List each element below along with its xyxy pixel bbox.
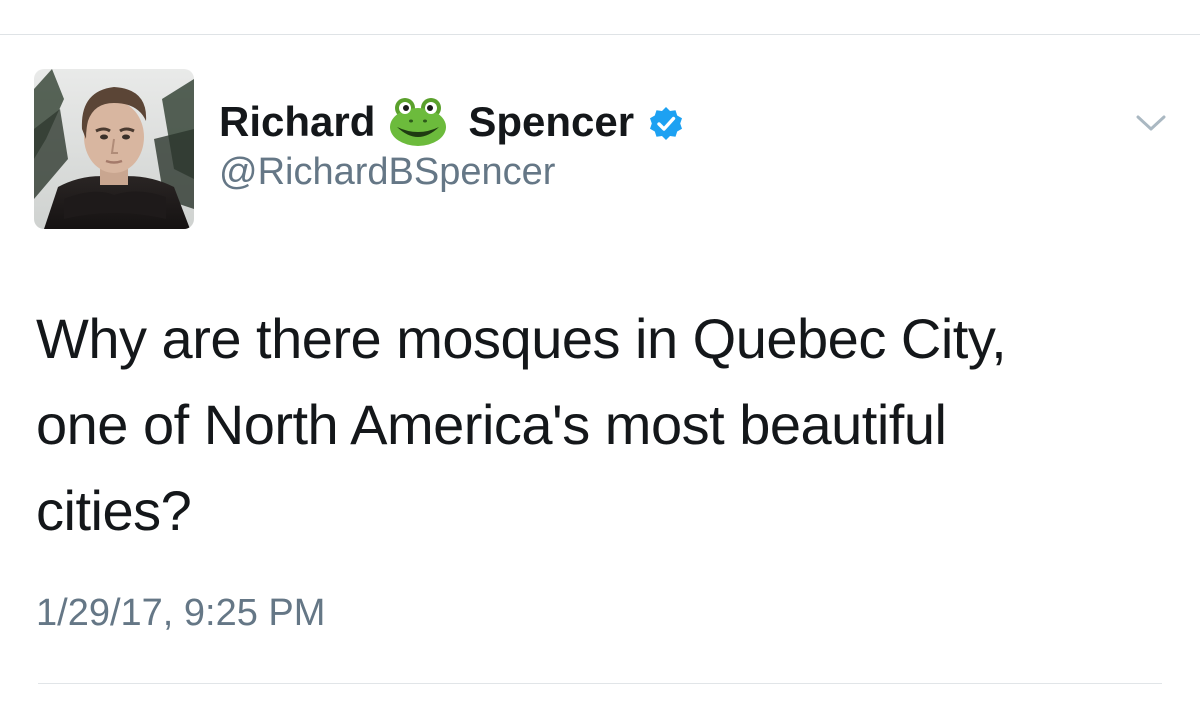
tweet-text-line: cities? xyxy=(36,479,192,542)
user-handle[interactable]: @RichardBSpencer xyxy=(219,151,555,194)
bottom-divider xyxy=(38,683,1162,684)
avatar-photo xyxy=(34,69,194,229)
avatar[interactable] xyxy=(34,69,194,229)
display-name-last: Spencer xyxy=(468,98,635,145)
verified-badge-icon xyxy=(648,104,684,140)
chevron-down-icon[interactable] xyxy=(1132,108,1170,138)
tweet-text: Why are there mosques in Quebec City, on… xyxy=(36,296,1156,554)
display-name-first: Richard xyxy=(219,98,376,145)
top-divider xyxy=(0,34,1200,35)
tweet-text-line: one of North America's most beautiful xyxy=(36,393,947,456)
frog-face-icon xyxy=(389,97,447,147)
tweet-timestamp[interactable]: 1/29/17, 9:25 PM xyxy=(36,592,325,635)
tweet-text-line: Why are there mosques in Quebec City, xyxy=(36,307,1007,370)
display-name[interactable]: Richard Spencer xyxy=(219,96,684,148)
